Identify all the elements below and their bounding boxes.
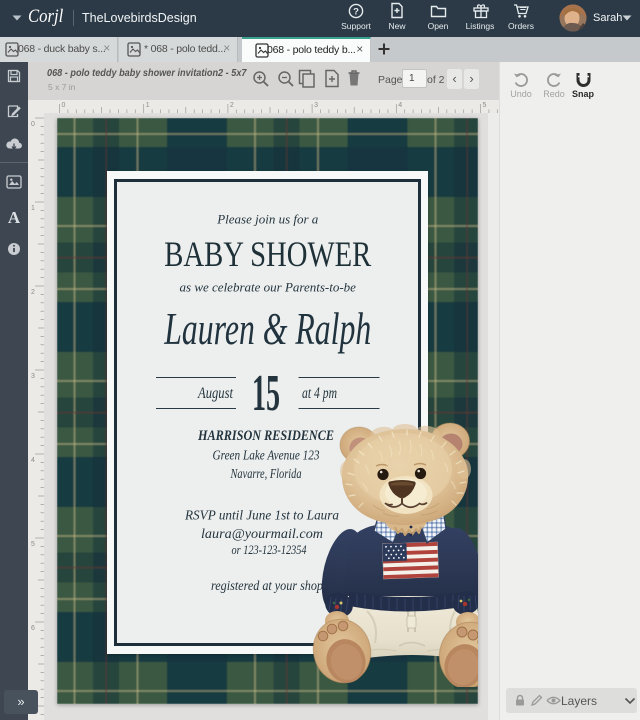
svg-text:1: 1 <box>146 102 150 109</box>
svg-text:2: 2 <box>230 102 234 109</box>
svg-text:1: 1 <box>31 205 35 212</box>
svg-text:Navarre, Florida: Navarre, Florida <box>230 467 302 482</box>
svg-text:Green Lake Avenue 123: Green Lake Avenue 123 <box>213 449 320 464</box>
svg-text:or 123-123-12354: or 123-123-12354 <box>232 542 307 557</box>
svg-text:BABY SHOWER: BABY SHOWER <box>164 234 371 274</box>
svg-text:0: 0 <box>31 121 35 128</box>
svg-text:?: ? <box>353 6 359 17</box>
svg-text:Please join us for a: Please join us for a <box>216 212 319 227</box>
svg-text:3: 3 <box>31 373 35 380</box>
svg-text:15: 15 <box>252 365 280 422</box>
svg-text:at 4 pm: at 4 pm <box>302 385 337 402</box>
svg-text:as we celebrate our Parents-to: as we celebrate our Parents-to-be <box>180 280 357 295</box>
svg-text:laura@yourmail.com: laura@yourmail.com <box>201 527 323 542</box>
svg-text:August: August <box>197 385 233 402</box>
svg-text:0: 0 <box>62 102 66 109</box>
svg-text:Lauren & Ralph: Lauren & Ralph <box>164 304 372 354</box>
svg-text:5: 5 <box>483 102 487 109</box>
svg-text:3: 3 <box>314 102 318 109</box>
svg-text:4: 4 <box>31 457 35 464</box>
svg-text:6: 6 <box>31 625 35 632</box>
svg-text:5: 5 <box>31 541 35 548</box>
svg-text:4: 4 <box>398 102 402 109</box>
svg-text:2: 2 <box>31 289 35 296</box>
